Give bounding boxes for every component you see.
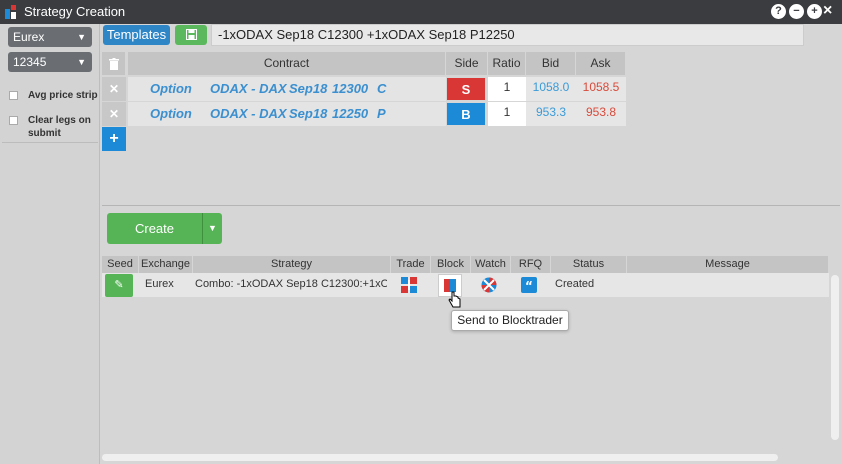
rfq-header: RFQ [511, 256, 551, 273]
leg-callput: P [377, 106, 386, 121]
chevron-down-icon: ▼ [77, 57, 86, 67]
vertical-scrollbar[interactable] [831, 275, 839, 440]
create-dropdown-button[interactable]: ▼ [202, 213, 222, 244]
remove-leg-button[interactable]: ✕ [102, 102, 126, 126]
leg-type: Option [150, 106, 192, 121]
close-icon[interactable]: × [823, 2, 832, 20]
bid-price: 1058.0 [526, 77, 576, 101]
trade-header: Trade [391, 256, 431, 273]
ask-price: 1058.5 [576, 77, 626, 101]
account-value: 12345 [13, 55, 47, 69]
table-row[interactable]: ✎ Eurex Combo: -1xODAX Sep18 C12300:+1xO… [102, 273, 829, 297]
tooltip: Send to Blocktrader [451, 310, 569, 331]
leg-type: Option [150, 81, 192, 96]
message-header: Message [627, 256, 829, 273]
trade-icon[interactable] [401, 277, 417, 293]
app-logo-icon [5, 5, 16, 19]
save-icon [185, 29, 197, 40]
bid-price: 953.3 [526, 102, 576, 126]
ratio-input[interactable]: 1 [488, 77, 526, 101]
status-header: Status [551, 256, 627, 273]
exchange-select[interactable]: Eurex ▼ [8, 27, 92, 47]
ratio-header: Ratio [488, 52, 526, 75]
create-button[interactable]: Create [107, 213, 202, 244]
row-exchange: Eurex [145, 278, 174, 290]
leg-expiry: Sep18 [289, 81, 328, 96]
ask-price: 953.8 [576, 102, 626, 126]
remove-leg-button[interactable]: ✕ [102, 77, 126, 101]
seed-header: Seed [102, 256, 139, 273]
title-bar: Strategy Creation ? − + × [0, 0, 842, 24]
left-panel: Eurex ▼ 12345 ▼ Avg price strip Clear le… [0, 24, 100, 464]
add-leg-button[interactable]: + [102, 127, 126, 151]
strategy-name-input[interactable]: -1xODAX Sep18 C12300 +1xODAX Sep18 P1225… [211, 24, 804, 46]
help-icon[interactable]: ? [771, 4, 786, 19]
exchange-value: Eurex [13, 30, 45, 44]
horizontal-scrollbar[interactable] [102, 454, 778, 461]
leg-callput: C [377, 81, 387, 96]
bid-header: Bid [526, 52, 576, 75]
account-select[interactable]: 12345 ▼ [8, 52, 92, 72]
side-buy-button[interactable]: B [446, 102, 486, 126]
leg-contract[interactable]: Option ODAX - DAX Sep18 12300 C [128, 77, 446, 101]
contract-header: Contract [128, 52, 446, 75]
leg-product: ODAX - DAX [210, 81, 287, 96]
ask-header: Ask [576, 52, 626, 75]
window-title: Strategy Creation [24, 4, 126, 19]
divider [102, 205, 840, 206]
leg-row: ✕ Option ODAX - DAX Sep18 12250 P B 1 95… [102, 102, 626, 126]
watch-icon[interactable] [481, 277, 497, 293]
strategy-header: Strategy [193, 256, 391, 273]
avg-price-strip-checkbox[interactable] [9, 91, 18, 100]
chevron-down-icon: ▼ [208, 223, 217, 233]
divider [2, 142, 98, 143]
rfq-icon[interactable]: “ [521, 277, 537, 293]
avg-price-strip-label: Avg price strip [28, 90, 98, 101]
leg-strike: 12250 [332, 106, 369, 121]
chevron-down-icon: ▼ [77, 32, 86, 42]
seed-button[interactable]: ✎ [105, 274, 133, 297]
exchange-header: Exchange [139, 256, 193, 273]
leg-contract[interactable]: Option ODAX - DAX Sep18 12250 P [128, 102, 446, 126]
hand-cursor-icon [448, 291, 461, 308]
delete-all-button[interactable] [102, 52, 126, 75]
watch-header: Watch [471, 256, 511, 273]
leg-strike: 12300 [332, 81, 369, 96]
side-sell-button[interactable]: S [446, 77, 486, 101]
minimize-icon[interactable]: − [789, 4, 804, 19]
ratio-input[interactable]: 1 [488, 102, 526, 126]
trash-icon [108, 58, 119, 70]
legs-table-header: Contract Side Ratio Bid Ask [102, 52, 626, 75]
row-status: Created [555, 278, 595, 290]
clear-legs-label: Clear legs on submit [28, 115, 91, 139]
row-strategy: Combo: -1xODAX Sep18 C12300:+1xO... [195, 278, 387, 290]
side-header: Side [446, 52, 488, 75]
templates-button[interactable]: Templates [103, 25, 170, 45]
save-button[interactable] [175, 25, 207, 45]
pencil-icon: ✎ [114, 279, 124, 291]
leg-row: ✕ Option ODAX - DAX Sep18 12300 C S 1 10… [102, 77, 626, 101]
block-header: Block [431, 256, 471, 273]
maximize-icon[interactable]: + [807, 4, 822, 19]
leg-product: ODAX - DAX [210, 106, 287, 121]
clear-legs-checkbox[interactable] [9, 116, 18, 125]
svg-text:“: “ [525, 279, 533, 293]
strategies-table-header: Seed Exchange Strategy Trade Block Watch… [102, 256, 829, 273]
leg-expiry: Sep18 [289, 106, 328, 121]
